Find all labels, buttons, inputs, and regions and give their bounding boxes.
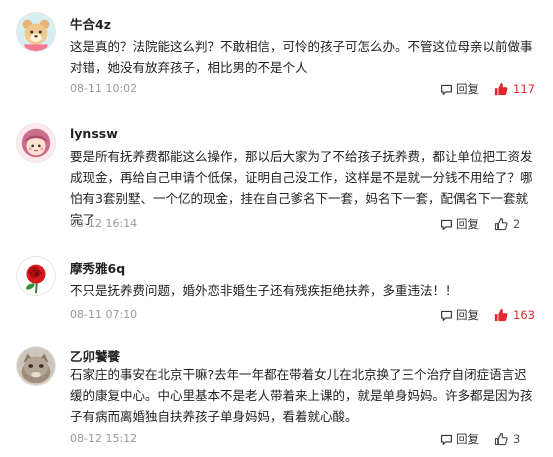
cat-photo-avatar-icon <box>17 347 55 385</box>
thumbs-up-icon <box>494 82 508 96</box>
comment-text: 这是真的？法院能这么判？不敢相信，可怜的孩子可怎么办。不管这位母亲以前做事对错，… <box>70 39 533 75</box>
reply-label: 回复 <box>456 308 479 322</box>
reply-icon <box>441 310 452 321</box>
reply-label: 回复 <box>456 82 479 96</box>
reply-icon <box>441 219 452 230</box>
comment-meta: 08-11 10:02 回复 117 <box>70 80 538 100</box>
like-button[interactable]: 163 <box>494 306 535 324</box>
like-button[interactable]: 3 <box>494 430 520 448</box>
avatar[interactable] <box>16 256 56 296</box>
like-count: 117 <box>513 82 535 96</box>
comment-item: 牛合4z 这是真的？法院能这么判？不敢相信，可怜的孩子可怎么办。不管这位母亲以前… <box>0 0 553 105</box>
comment-time: 08-12 15:12 <box>70 432 138 445</box>
comment-time: 08-12 16:14 <box>70 217 138 230</box>
avatar[interactable] <box>16 12 56 52</box>
reply-label: 回复 <box>456 217 479 231</box>
like-button[interactable]: 2 <box>494 215 520 233</box>
thumbs-up-icon <box>494 308 508 322</box>
comment-item: lynssw 要是所有抚养费都能这么操作，那以后大家为了不给孩子抚养费，都让单位… <box>0 118 553 238</box>
thumbs-up-icon <box>494 432 508 446</box>
red-rose-avatar-icon <box>17 257 55 295</box>
comment-item: 摩秀雅6q 不只是抚养费问题，婚外恋非婚生子还有残疾拒绝扶养，多重违法！！ 08… <box>0 246 553 334</box>
comment-item: 乙卯饕餮 石家庄的事安在北京干嘛?去年一年都在带着女儿在北京换了三个治疗自闭症语… <box>0 340 553 457</box>
comment-username[interactable]: 乙卯饕餮 <box>70 346 120 365</box>
reply-icon <box>441 84 452 95</box>
reply-button[interactable]: 回复 <box>440 430 479 448</box>
avatar[interactable] <box>16 123 56 163</box>
cartoon-girl-avatar-icon <box>17 124 55 162</box>
comment-username[interactable]: 摩秀雅6q <box>70 258 125 277</box>
bear-avatar-icon <box>17 13 55 51</box>
comment-text: 不只是抚养费问题，婚外恋非婚生子还有残疾拒绝扶养，多重违法！！ <box>70 283 458 298</box>
reply-button[interactable]: 回复 <box>440 215 479 233</box>
like-count: 3 <box>513 432 521 446</box>
thumbs-up-icon <box>494 217 508 231</box>
reply-label: 回复 <box>456 432 479 446</box>
avatar[interactable] <box>16 346 56 386</box>
comment-time: 08-11 10:02 <box>70 82 138 95</box>
comment-text: 石家庄的事安在北京干嘛?去年一年都在带着女儿在北京换了三个治疗自闭症语言迟缓的康… <box>70 367 533 424</box>
like-button[interactable]: 117 <box>494 80 535 98</box>
reply-icon <box>441 434 452 445</box>
reply-button[interactable]: 回复 <box>440 80 479 98</box>
reply-button[interactable]: 回复 <box>440 306 479 324</box>
comment-meta: 08-12 16:14 回复 2 <box>70 215 538 235</box>
comment-username[interactable]: 牛合4z <box>70 14 111 33</box>
comment-time: 08-11 07:10 <box>70 308 138 321</box>
comment-meta: 08-11 07:10 回复 163 <box>70 306 538 326</box>
like-count: 163 <box>513 308 535 322</box>
like-count: 2 <box>513 217 521 231</box>
comment-meta: 08-12 15:12 回复 3 <box>70 430 538 450</box>
comment-username[interactable]: lynssw <box>70 126 118 141</box>
